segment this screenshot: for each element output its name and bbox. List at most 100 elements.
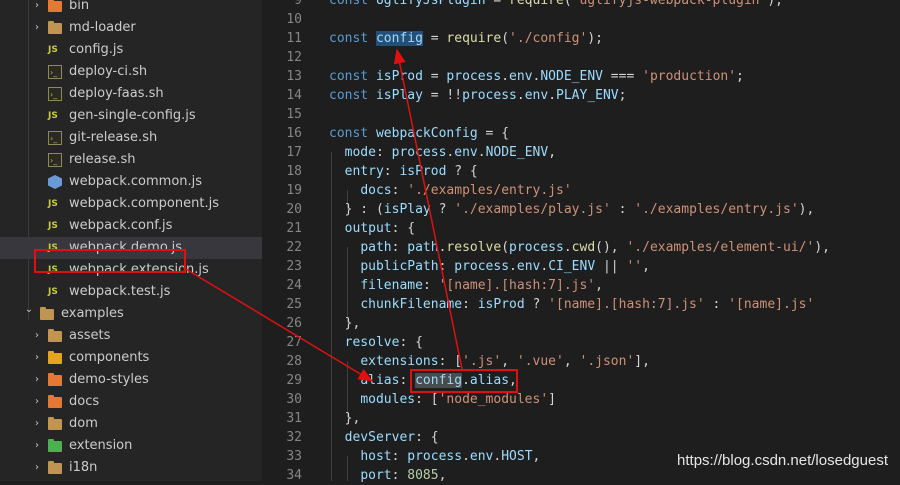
webpack-file-icon (48, 175, 62, 189)
tree-item[interactable]: deploy-ci.sh (0, 61, 262, 84)
tree-item-label: md-loader (69, 20, 136, 35)
tree-item-label: examples (61, 306, 124, 321)
code-line: 13 const isProd = process.env.NODE_ENV ==… (262, 67, 900, 86)
line-number: 25 (286, 297, 302, 312)
chevron-right-icon[interactable]: › (32, 325, 42, 347)
code-line: 31 }, (262, 409, 900, 428)
tree-item[interactable]: JS webpack.component.js (0, 193, 262, 215)
chevron-right-icon[interactable]: › (32, 369, 42, 391)
line-number: 11 (286, 31, 302, 46)
folder-open-icon (40, 307, 54, 320)
line-number: 31 (286, 411, 302, 426)
assets-folder-icon (48, 329, 62, 342)
tree-item[interactable]: JS config.js (0, 39, 262, 61)
watermark-text: https://blog.csdn.net/losedguest (677, 452, 888, 469)
tree-item[interactable]: › components (0, 347, 262, 369)
line-number: 22 (286, 240, 302, 255)
line-number: 15 (286, 107, 302, 122)
line-code: path: path.resolve(process.cwd(), './exa… (360, 240, 830, 255)
js-file-icon: JS (48, 221, 58, 231)
tree-item[interactable]: JS gen-single-config.js (0, 105, 262, 127)
chevron-down-icon[interactable]: ⌄ (24, 299, 34, 321)
folder-icon (48, 373, 62, 386)
tree-item[interactable]: webpack.common.js (0, 171, 262, 193)
tree-item[interactable]: › demo-styles (0, 369, 262, 391)
chevron-right-icon[interactable]: › (32, 0, 42, 17)
explorer-sidebar: › bin › md-loader JS config.js deploy-ci.sh dep… (0, 0, 262, 481)
tree-item[interactable]: › extension (0, 435, 262, 457)
folder-icon (48, 417, 62, 430)
tree-item[interactable]: JS webpack.test.js (0, 281, 262, 303)
line-code: }, (329, 411, 361, 426)
tree-item[interactable]: deploy-faas.sh (0, 83, 262, 106)
chevron-right-icon[interactable]: › (32, 391, 42, 413)
code-line: 24 filename: '[name].[hash:7].js', (262, 276, 900, 295)
line-code: host: process.env.HOST, (360, 449, 541, 464)
line-code: publicPath: process.env.CI_ENV || '', (360, 259, 650, 274)
code-line: 26 }, (262, 314, 900, 333)
code-line: 25 chunkFilename: isProd ? '[name].[hash… (262, 295, 900, 314)
tree-item-label: i18n (69, 460, 98, 475)
tree-item[interactable]: › dom (0, 413, 262, 435)
tree-item[interactable]: › bin (0, 0, 262, 17)
chevron-right-icon[interactable]: › (32, 413, 42, 435)
code-line: 30 modules: ['node_modules'] (262, 390, 900, 409)
bin-folder-icon (48, 0, 62, 12)
tree-item-label: bin (69, 0, 90, 13)
line-number: 16 (286, 126, 302, 141)
tree-item[interactable]: › i18n (0, 457, 262, 479)
chevron-right-icon[interactable]: › (32, 347, 42, 369)
line-number: 33 (286, 449, 302, 464)
chevron-right-icon[interactable]: › (32, 457, 42, 479)
code-line: 23 publicPath: process.env.CI_ENV || '', (262, 257, 900, 276)
tree-item[interactable]: › docs (0, 391, 262, 413)
line-number: 30 (286, 392, 302, 407)
js-file-icon: JS (48, 199, 58, 209)
tree-item[interactable]: › md-loader (0, 17, 262, 39)
line-number: 21 (286, 221, 302, 236)
shell-file-icon (48, 150, 62, 172)
tree-item-label: components (69, 350, 150, 365)
chevron-right-icon[interactable]: › (32, 17, 42, 39)
line-number: 26 (286, 316, 302, 331)
code-editor[interactable]: 9 const UglifyJsPlugin = require('uglifyj… (262, 0, 900, 483)
line-number: 29 (286, 373, 302, 388)
line-number: 23 (286, 259, 302, 274)
js-file-icon: JS (48, 287, 58, 297)
tree-item-label: gen-single-config.js (69, 108, 196, 123)
tree-item-label: dom (69, 416, 98, 431)
shell-file-icon (48, 62, 62, 84)
code-line: 15 (262, 105, 900, 124)
code-line: 11 const config = require('./config'); (262, 29, 900, 48)
tree-item[interactable]: release.sh (0, 149, 262, 172)
docs-folder-icon (48, 395, 62, 408)
line-number: 13 (286, 69, 302, 84)
line-number: 28 (286, 354, 302, 369)
tree-item-label: deploy-ci.sh (69, 64, 148, 79)
tree-item[interactable]: ⌄ examples (0, 303, 262, 325)
line-code: entry: isProd ? { (344, 164, 478, 179)
tree-item[interactable]: › assets (0, 325, 262, 347)
code-line: 28 extensions: ['.js', '.vue', '.json'], (262, 352, 900, 371)
tree-item[interactable]: JS webpack.conf.js (0, 215, 262, 237)
chevron-right-icon[interactable]: › (32, 435, 42, 457)
line-number: 12 (286, 50, 302, 65)
line-code: chunkFilename: isProd ? '[name].[hash:7]… (360, 297, 815, 312)
highlight-box-config-alias (410, 369, 518, 393)
code-line: 10 (262, 10, 900, 29)
line-code: output: { (344, 221, 416, 236)
js-file-icon: JS (48, 111, 58, 121)
code-line: 18 entry: isProd ? { (262, 162, 900, 181)
tree-item[interactable]: git-release.sh (0, 127, 262, 150)
code-line: 21 output: { (262, 219, 900, 238)
tree-item-label: webpack.conf.js (69, 218, 173, 233)
line-code: devServer: { (344, 430, 439, 445)
line-code: filename: '[name].[hash:7].js', (360, 278, 603, 293)
line-code: const webpackConfig = { (329, 126, 510, 141)
code-line: 20 } : (isPlay ? './examples/play.js' : … (262, 200, 900, 219)
line-number: 17 (286, 145, 302, 160)
code-line: 12 (262, 48, 900, 67)
tree-item-label: webpack.test.js (69, 284, 171, 299)
tree-item-label: webpack.common.js (69, 174, 203, 189)
code-line: 32 devServer: { (262, 428, 900, 447)
